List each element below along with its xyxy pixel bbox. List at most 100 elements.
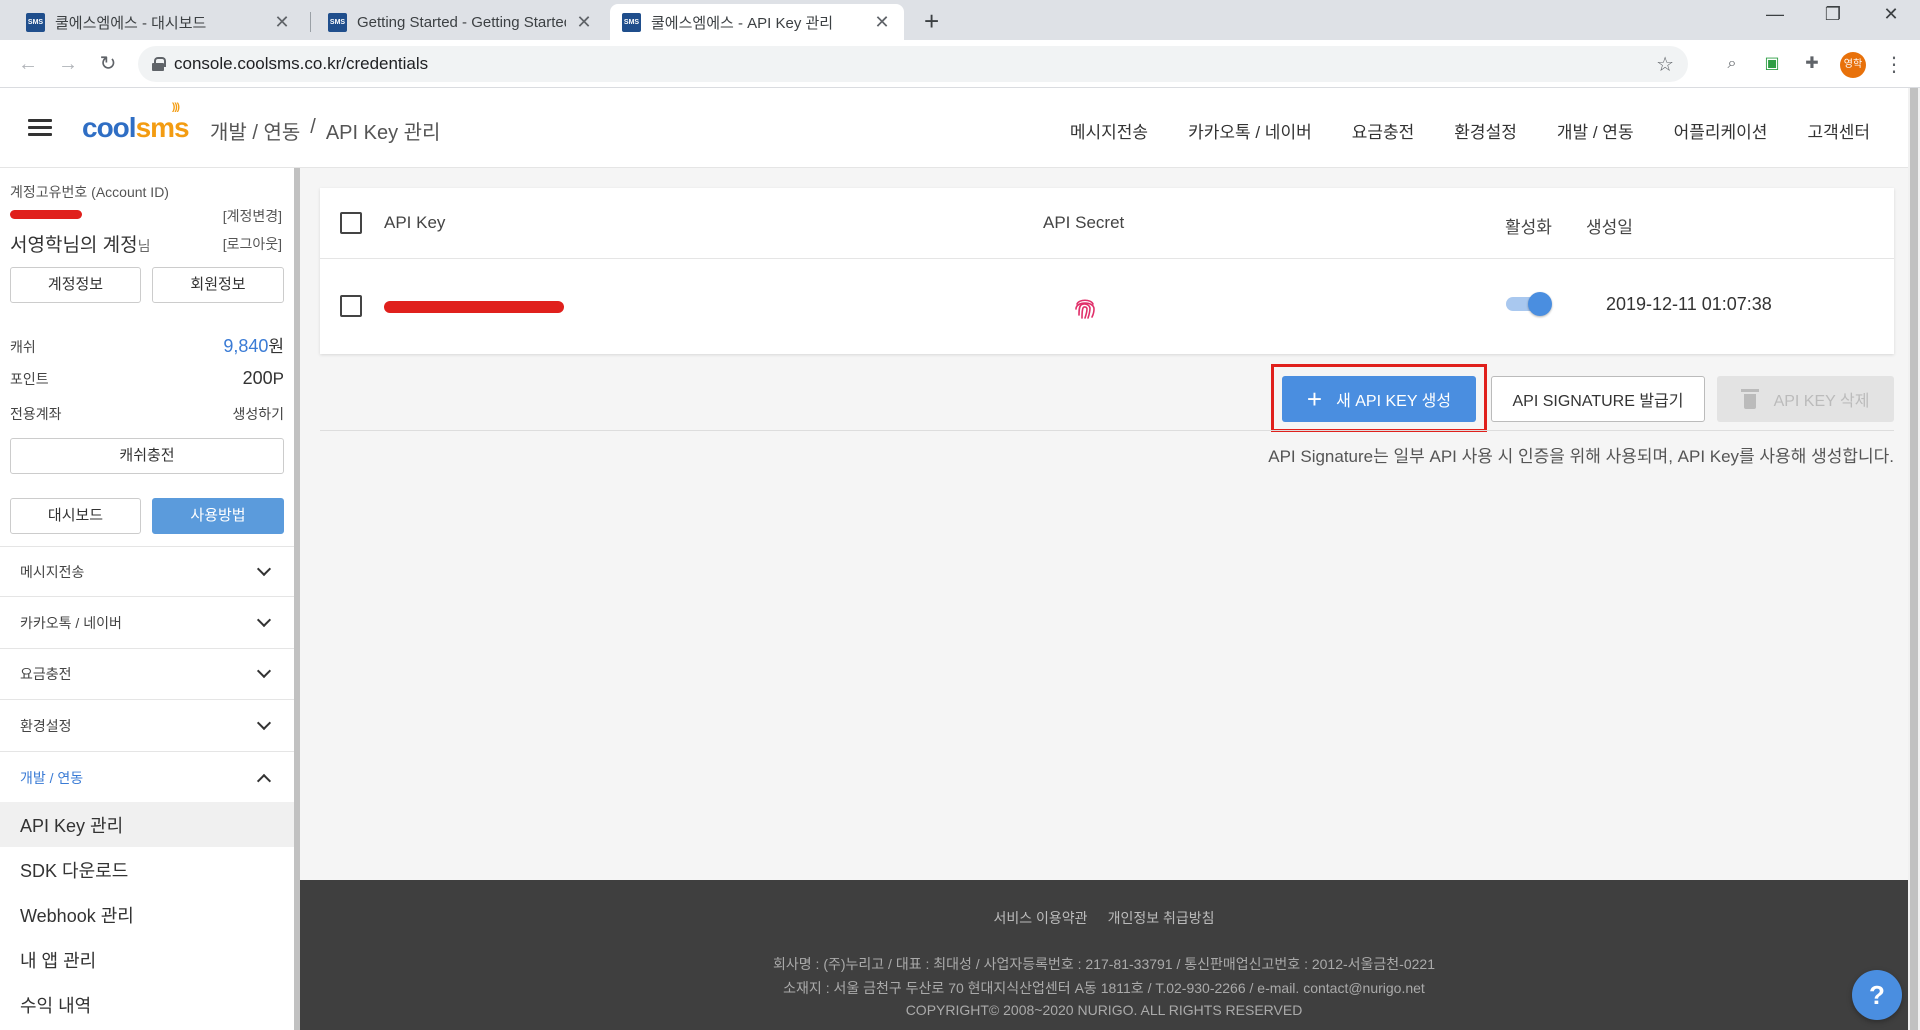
- account-id-label: 계정고유번호 (Account ID): [10, 184, 169, 200]
- sms-favicon-icon: SMS: [26, 12, 45, 32]
- new-api-key-button[interactable]: + 새 API KEY 생성: [1282, 376, 1476, 422]
- address-bar[interactable]: console.coolsms.co.kr/credentials ☆: [138, 46, 1688, 82]
- member-info-button[interactable]: 회원정보: [152, 267, 284, 303]
- breadcrumb: 개발 / 연동 / API Key 관리: [210, 116, 440, 145]
- table-row: 2019-12-11 01:07:38: [320, 259, 1894, 354]
- nav-item-apps[interactable]: 어플리케이션: [1674, 118, 1768, 143]
- sidebar-item-charge[interactable]: 요금충전: [0, 649, 294, 700]
- dashboard-button[interactable]: 대시보드: [10, 498, 141, 534]
- close-icon[interactable]: ✕: [272, 12, 292, 33]
- global-nav: 메시지전송 카카오톡 / 네이버 요금충전 환경설정 개발 / 연동 어플리케이…: [1070, 118, 1870, 143]
- breadcrumb-section[interactable]: 개발 / 연동: [210, 116, 300, 145]
- question-icon: ?: [1869, 980, 1885, 1010]
- close-icon[interactable]: ✕: [872, 12, 892, 33]
- chevron-down-icon: [256, 715, 272, 731]
- sidebar-subitem-revenue[interactable]: 수익 내역: [0, 982, 294, 1027]
- nav-item-message[interactable]: 메시지전송: [1070, 118, 1148, 143]
- browser-tab-getting-started[interactable]: SMS Getting Started - Getting Started ✕: [316, 4, 606, 40]
- profile-avatar[interactable]: 영학: [1840, 52, 1866, 78]
- sidebar-item-message[interactable]: 메시지전송: [0, 546, 294, 597]
- tab-title: 쿨에스엠에스 - 대시보드: [55, 14, 207, 32]
- hamburger-menu-icon[interactable]: [28, 119, 52, 137]
- cash-amount: 9,840: [223, 336, 269, 356]
- delete-api-key-button[interactable]: API KEY 삭제: [1717, 376, 1894, 422]
- point-row: 포인트 200P: [10, 368, 284, 389]
- address-info: 소재지 : 서울 금천구 두산로 70 현대지식산업센터 A동 1811호 / …: [783, 980, 1425, 996]
- lock-icon: [152, 57, 166, 71]
- api-signature-button[interactable]: API SIGNATURE 발급기: [1491, 376, 1705, 422]
- create-account-link[interactable]: 생성하기: [232, 404, 284, 424]
- restore-icon[interactable]: ❐: [1810, 4, 1856, 25]
- logo-text-cool: cool: [82, 112, 137, 143]
- reload-icon[interactable]: ↻: [92, 48, 124, 80]
- nav-item-settings[interactable]: 환경설정: [1454, 118, 1517, 143]
- sidebar-subitem-my-apps[interactable]: 내 앱 관리: [0, 937, 294, 982]
- account-info-button[interactable]: 계정정보: [10, 267, 141, 303]
- column-header-created: 생성일: [1586, 218, 1633, 237]
- new-tab-icon[interactable]: +: [924, 6, 939, 37]
- nav-item-support[interactable]: 고객센터: [1807, 118, 1870, 143]
- browser-tab-dashboard[interactable]: SMS 쿨에스엠에스 - 대시보드 ✕: [14, 4, 304, 40]
- account-change-link[interactable]: [계정변경]: [223, 206, 282, 226]
- nav-item-charge[interactable]: 요금충전: [1352, 118, 1415, 143]
- column-header-api-secret: API Secret: [1043, 213, 1125, 232]
- footer: 서비스 이용약관 개인정보 취급방침 회사명 : (주)누리고 / 대표 : 최…: [300, 880, 1908, 1030]
- account-name: 서영학님의 계정님: [10, 230, 151, 257]
- cash-unit: 원: [268, 337, 284, 356]
- fingerprint-icon[interactable]: [1072, 295, 1098, 321]
- column-header-active: 활성화: [1505, 218, 1552, 237]
- url-text: console.coolsms.co.kr/credentials: [174, 54, 429, 73]
- cash-charge-button[interactable]: 캐쉬충전: [10, 438, 284, 474]
- sidebar-subitem-api-key[interactable]: API Key 관리: [0, 802, 294, 847]
- sidebar-item-kakao-naver[interactable]: 카카오톡 / 네이버: [0, 598, 294, 649]
- usage-guide-button[interactable]: 사용방법: [152, 498, 284, 534]
- point-value: 200P: [243, 368, 284, 389]
- window-close-icon[interactable]: ✕: [1868, 4, 1914, 25]
- back-icon[interactable]: ←: [12, 48, 44, 80]
- browser-tab-api-key[interactable]: SMS 쿨에스엠에스 - API Key 관리 ✕: [610, 4, 904, 40]
- logout-link[interactable]: [로그아웃]: [223, 234, 282, 254]
- trash-icon: [1740, 389, 1759, 409]
- browser-menu-icon[interactable]: ⋮: [1884, 52, 1904, 77]
- help-chat-button[interactable]: ?: [1852, 970, 1902, 1020]
- account-name-text: 서영학님의 계정: [10, 235, 138, 256]
- terms-link[interactable]: 서비스 이용약관: [994, 908, 1088, 928]
- account-name-suffix: 님: [137, 238, 151, 254]
- sidebar-item-dev[interactable]: 개발 / 연동: [0, 752, 294, 803]
- tab-title: Getting Started - Getting Started: [357, 13, 566, 31]
- bookmark-star-icon[interactable]: ☆: [1656, 52, 1674, 77]
- extensions-puzzle-icon[interactable]: ✚: [1800, 52, 1824, 76]
- sidebar: 계정고유번호 (Account ID) [계정변경] 서영학님의 계정님 [로그…: [0, 168, 295, 1030]
- chevron-up-icon: [256, 773, 272, 788]
- dedicated-account-row: 전용계좌 생성하기: [10, 404, 284, 424]
- app-header: coolsms ))) 개발 / 연동 / API Key 관리 메시지전송 카…: [0, 88, 1908, 168]
- sidebar-item-label: 환경설정: [20, 718, 72, 734]
- coolsms-logo[interactable]: coolsms ))): [82, 102, 190, 144]
- active-toggle[interactable]: [1506, 290, 1554, 316]
- page-scrollbar[interactable]: [1908, 88, 1920, 1030]
- forward-icon[interactable]: →: [52, 48, 84, 80]
- nav-item-dev[interactable]: 개발 / 연동: [1557, 118, 1634, 143]
- extension-screen-icon[interactable]: ▣: [1760, 52, 1784, 76]
- sms-favicon-icon: SMS: [622, 12, 641, 32]
- sidebar-item-label: 요금충전: [20, 666, 72, 682]
- sidebar-subitem-sdk[interactable]: SDK 다운로드: [0, 847, 294, 892]
- extension-search-icon[interactable]: ⌕: [1720, 52, 1744, 76]
- point-amount: 200: [242, 368, 273, 388]
- nav-item-kakao-naver[interactable]: 카카오톡 / 네이버: [1188, 118, 1312, 143]
- select-all-checkbox[interactable]: [340, 212, 362, 234]
- breadcrumb-current: API Key 관리: [325, 122, 441, 144]
- scrollbar-thumb[interactable]: [1910, 88, 1918, 1030]
- breadcrumb-separator: /: [310, 116, 316, 138]
- signature-note: API Signature는 일부 API 사용 시 인증을 위해 사용되며, …: [1268, 447, 1894, 466]
- privacy-link[interactable]: 개인정보 취급방침: [1108, 908, 1215, 928]
- minimize-icon[interactable]: —: [1752, 4, 1798, 25]
- close-icon[interactable]: ✕: [574, 12, 594, 33]
- tab-separator: [310, 12, 311, 32]
- sidebar-subitem-webhook[interactable]: Webhook 관리: [0, 892, 294, 937]
- point-label: 포인트: [10, 371, 49, 387]
- chevron-down-icon: [256, 612, 272, 628]
- row-checkbox[interactable]: [340, 295, 362, 317]
- sidebar-item-settings[interactable]: 환경설정: [0, 701, 294, 752]
- tab-title: 쿨에스엠에스 - API Key 관리: [651, 14, 834, 32]
